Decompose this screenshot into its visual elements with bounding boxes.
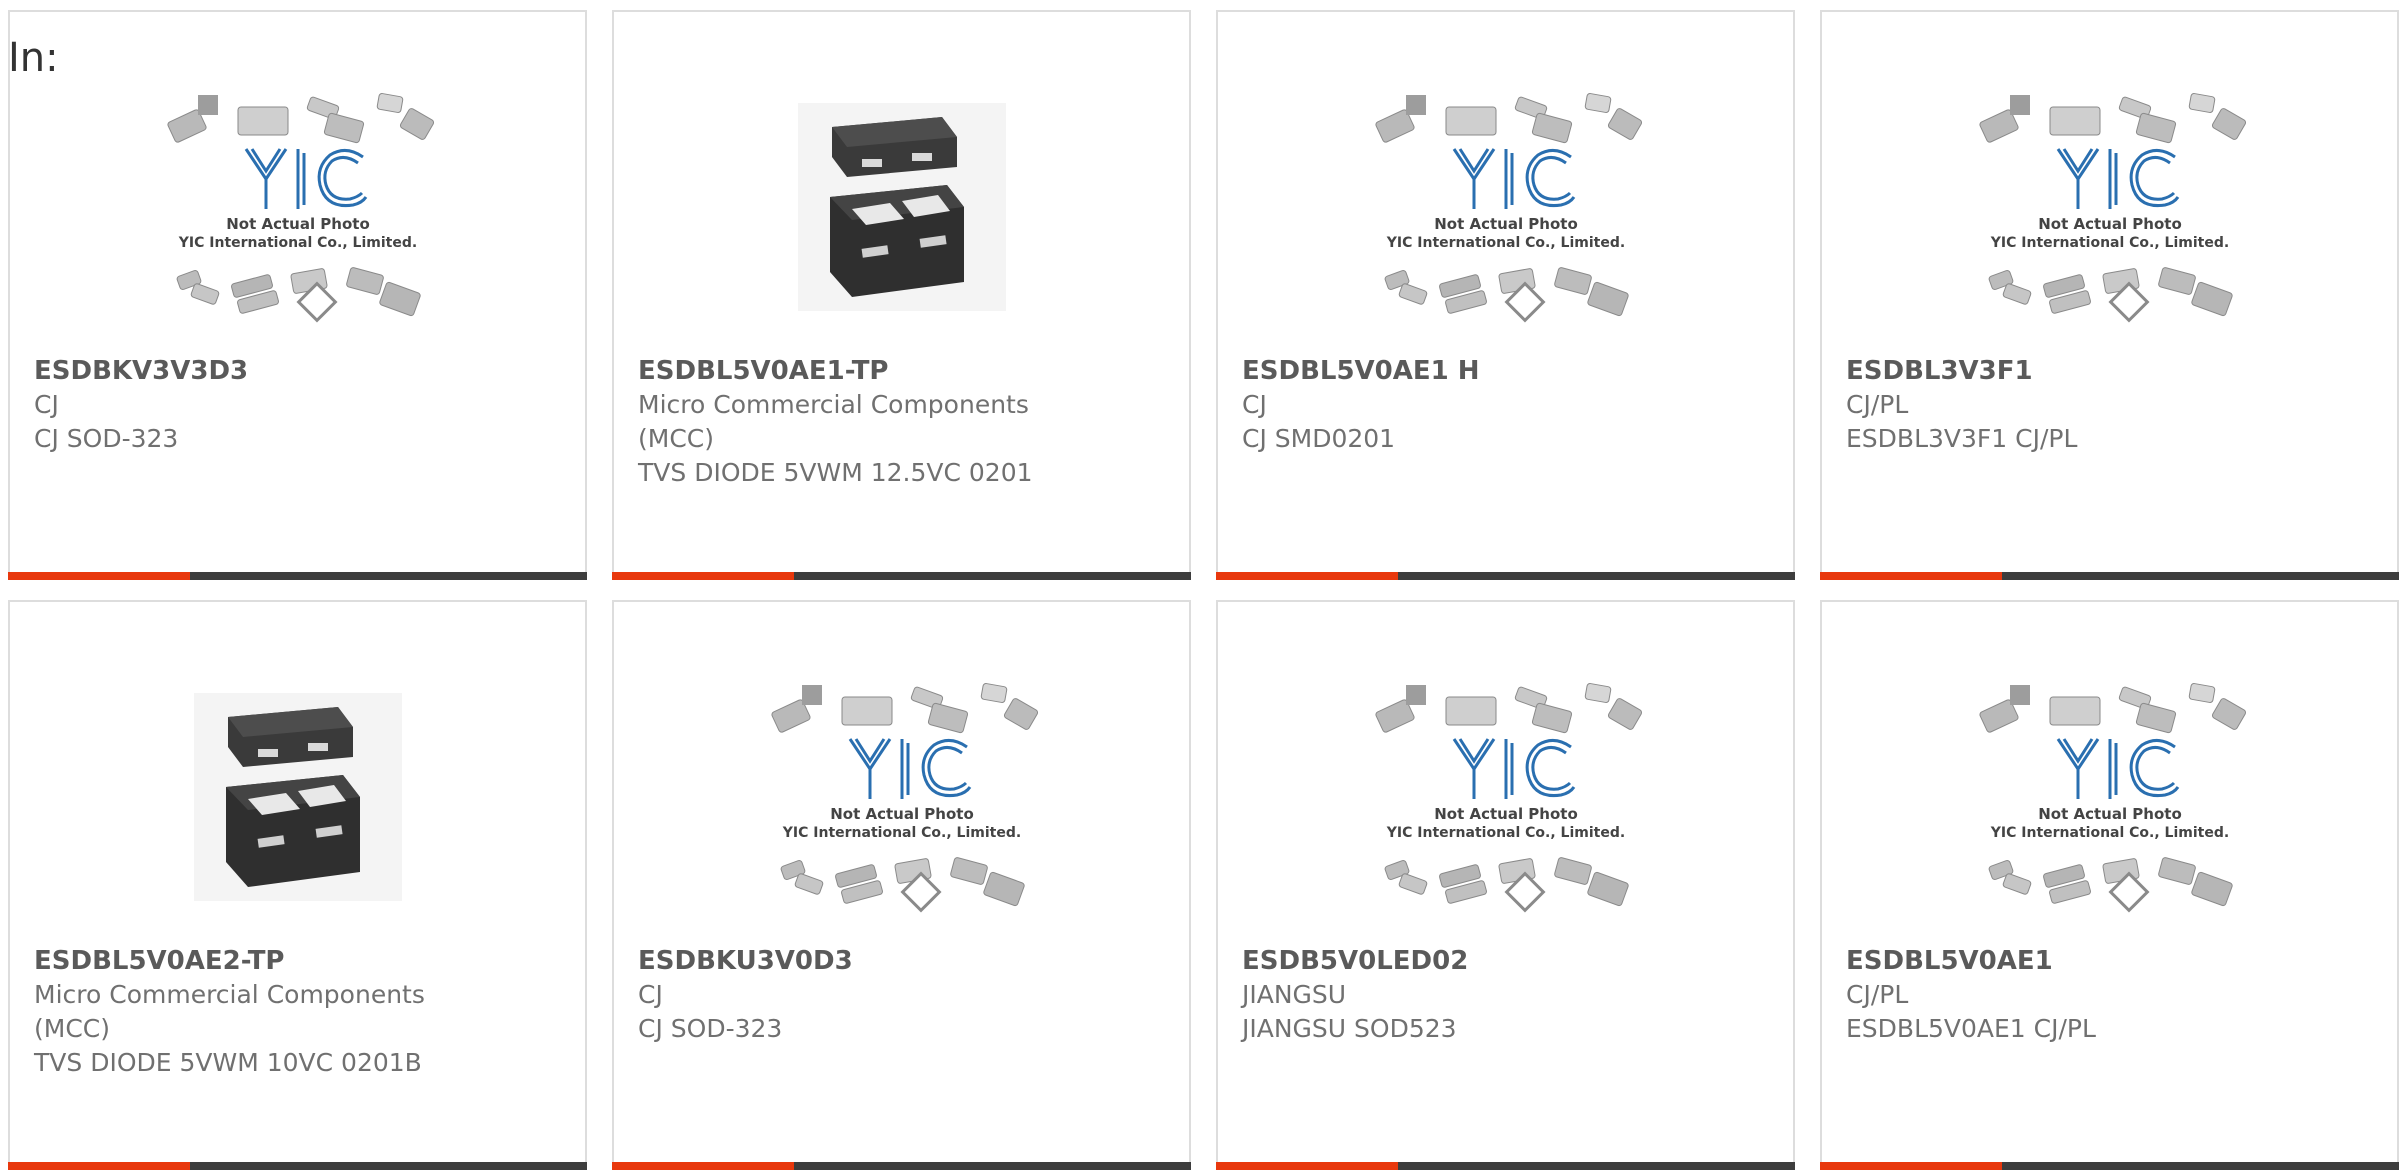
card-bar-accent	[1216, 572, 1398, 580]
manufacturer: Micro Commercial Components (MCC)	[34, 980, 425, 1043]
placeholder-caption-line1: Not Actual Photo	[830, 805, 974, 823]
part-number[interactable]: ESDBKV3V3D3	[34, 354, 434, 388]
manufacturer: CJ/PL	[1846, 390, 1909, 419]
part-number[interactable]: ESDBL3V3F1	[1846, 354, 2246, 388]
description: JIANGSU SOD523	[1242, 1014, 1457, 1043]
part-number[interactable]: ESDBKU3V0D3	[638, 944, 1038, 978]
manufacturer: Micro Commercial Components (MCC)	[638, 390, 1029, 453]
placeholder-caption-line1: Not Actual Photo	[2038, 215, 2182, 233]
product-info: ESDBL5V0AE1-TP Micro Commercial Componen…	[638, 354, 1169, 490]
card-bottom-bar	[612, 1162, 1191, 1170]
placeholder-caption-line1: Not Actual Photo	[226, 215, 370, 233]
placeholder-caption-line2: YIC International Co., Limited.	[781, 825, 1020, 841]
part-number[interactable]: ESDBL5V0AE1 H	[1242, 354, 1642, 388]
description: CJ SOD-323	[34, 424, 179, 453]
product-info: ESDBL3V3F1 CJ/PL ESDBL3V3F1 CJ/PL	[1846, 354, 2377, 456]
not-actual-photo-placeholder: Not Actual Photo YIC International Co., …	[166, 93, 434, 323]
product-card[interactable]: Not Actual Photo YIC International Co., …	[8, 10, 587, 580]
card-bottom-bar	[1820, 572, 2399, 580]
placeholder-caption-line2: YIC International Co., Limited.	[1385, 235, 1624, 251]
manufacturer: CJ	[638, 980, 663, 1009]
product-card[interactable]: Not Actual Photo YIC International Co., …	[1216, 10, 1795, 580]
placeholder-caption-line2: YIC International Co., Limited.	[177, 235, 416, 251]
part-number[interactable]: ESDBL5V0AE1	[1846, 944, 2246, 978]
product-image[interactable]: Not Actual Photo YIC International Co., …	[614, 652, 1189, 942]
card-bottom-bar	[8, 1162, 587, 1170]
card-bar-accent	[612, 1162, 794, 1170]
product-image[interactable]: Not Actual Photo YIC International Co., …	[1822, 62, 2397, 352]
product-card[interactable]: Not Actual Photo YIC International Co., …	[612, 600, 1191, 1170]
card-bar-accent	[1820, 1162, 2002, 1170]
not-actual-photo-placeholder: Not Actual Photo YIC International Co., …	[1978, 683, 2246, 913]
manufacturer: CJ	[1242, 390, 1267, 419]
product-info: ESDBKV3V3D3 CJ CJ SOD-323	[34, 354, 565, 456]
description: ESDBL3V3F1 CJ/PL	[1846, 424, 2078, 453]
product-image[interactable]: Not Actual Photo YIC International Co., …	[1218, 62, 1793, 352]
product-info: ESDBL5V0AE2-TP Micro Commercial Componen…	[34, 944, 565, 1080]
card-bar-accent	[1820, 572, 2002, 580]
product-info: ESDBKU3V0D3 CJ CJ SOD-323	[638, 944, 1169, 1046]
not-actual-photo-placeholder: Not Actual Photo YIC International Co., …	[770, 683, 1038, 913]
card-bottom-bar	[1820, 1162, 2399, 1170]
part-number[interactable]: ESDB5V0LED02	[1242, 944, 1642, 978]
card-bottom-bar	[8, 572, 587, 580]
product-image[interactable]: Not Actual Photo YIC International Co., …	[1822, 652, 2397, 942]
description: CJ SMD0201	[1242, 424, 1396, 453]
placeholder-caption-line2: YIC International Co., Limited.	[1989, 235, 2228, 251]
diode-package-photo	[193, 693, 402, 901]
filter-label: In:	[8, 35, 59, 81]
product-card[interactable]: Not Actual Photo YIC International Co., …	[1216, 600, 1795, 1170]
product-image[interactable]	[614, 62, 1189, 352]
description: ESDBL5V0AE1 CJ/PL	[1846, 1014, 2096, 1043]
card-bottom-bar	[612, 572, 1191, 580]
not-actual-photo-placeholder: Not Actual Photo YIC International Co., …	[1374, 683, 1642, 913]
placeholder-caption-line1: Not Actual Photo	[1434, 805, 1578, 823]
card-bar-accent	[8, 572, 190, 580]
manufacturer: CJ	[34, 390, 59, 419]
not-actual-photo-placeholder: Not Actual Photo YIC International Co., …	[1978, 93, 2246, 323]
placeholder-caption-line2: YIC International Co., Limited.	[1385, 825, 1624, 841]
part-number[interactable]: ESDBL5V0AE2-TP	[34, 944, 434, 978]
description: TVS DIODE 5VWM 10VC 0201B	[34, 1048, 422, 1077]
product-image[interactable]: Not Actual Photo YIC International Co., …	[10, 62, 585, 352]
description: TVS DIODE 5VWM 12.5VC 0201	[638, 458, 1033, 487]
product-card[interactable]: ESDBL5V0AE2-TP Micro Commercial Componen…	[8, 600, 587, 1170]
placeholder-caption-line1: Not Actual Photo	[1434, 215, 1578, 233]
product-info: ESDBL5V0AE1 H CJ CJ SMD0201	[1242, 354, 1773, 456]
manufacturer: CJ/PL	[1846, 980, 1909, 1009]
product-card[interactable]: Not Actual Photo YIC International Co., …	[1820, 600, 2399, 1170]
product-image[interactable]	[10, 652, 585, 942]
product-info: ESDBL5V0AE1 CJ/PL ESDBL5V0AE1 CJ/PL	[1846, 944, 2377, 1046]
diode-package-photo	[797, 103, 1006, 311]
product-image[interactable]: Not Actual Photo YIC International Co., …	[1218, 652, 1793, 942]
manufacturer: JIANGSU	[1242, 980, 1347, 1009]
card-bar-accent	[8, 1162, 190, 1170]
product-info: ESDB5V0LED02 JIANGSU JIANGSU SOD523	[1242, 944, 1773, 1046]
product-card[interactable]: ESDBL5V0AE1-TP Micro Commercial Componen…	[612, 10, 1191, 580]
product-grid: Not Actual Photo YIC International Co., …	[8, 10, 2400, 1170]
card-bar-accent	[612, 572, 794, 580]
placeholder-caption-line1: Not Actual Photo	[2038, 805, 2182, 823]
card-bottom-bar	[1216, 572, 1795, 580]
placeholder-caption-line2: YIC International Co., Limited.	[1989, 825, 2228, 841]
not-actual-photo-placeholder: Not Actual Photo YIC International Co., …	[1374, 93, 1642, 323]
part-number[interactable]: ESDBL5V0AE1-TP	[638, 354, 1038, 388]
product-card[interactable]: Not Actual Photo YIC International Co., …	[1820, 10, 2399, 580]
description: CJ SOD-323	[638, 1014, 783, 1043]
card-bottom-bar	[1216, 1162, 1795, 1170]
card-bar-accent	[1216, 1162, 1398, 1170]
